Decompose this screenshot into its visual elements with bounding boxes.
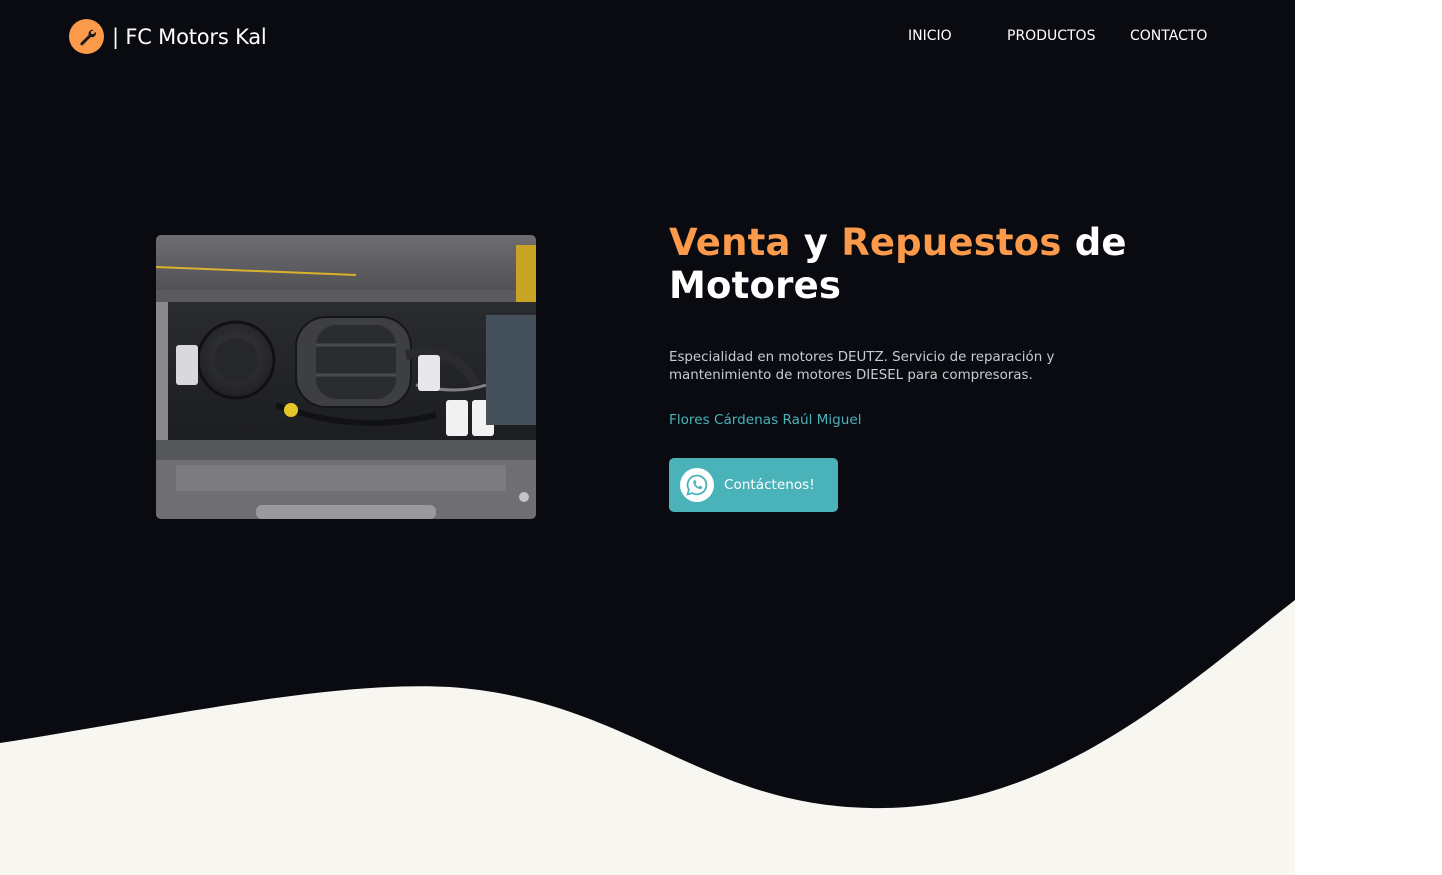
headline-repuestos: Repuestos: [841, 221, 1062, 264]
contact-button-label: Contáctenos!: [724, 477, 815, 493]
headline-venta: Venta: [669, 221, 791, 264]
headline-y: y: [790, 221, 842, 264]
hero-description: Especialidad en motores DEUTZ. Servicio …: [669, 350, 1055, 383]
whatsapp-icon: [680, 468, 714, 502]
contact-button[interactable]: Contáctenos!: [669, 458, 838, 512]
main-nav: INICIO PRODUCTOS CONTACTO: [0, 28, 1295, 46]
nav-contacto[interactable]: CONTACTO: [1130, 28, 1207, 44]
owner-name: Flores Cárdenas Raúl Miguel: [669, 412, 862, 428]
nav-productos[interactable]: PRODUCTOS: [1007, 28, 1095, 44]
page-container: | FC Motors Kal INICIO PRODUCTOS CONTACT…: [0, 0, 1295, 875]
engine-photo: [156, 235, 536, 519]
nav-inicio[interactable]: INICIO: [908, 28, 952, 44]
hero-headline: Venta y Repuestos de Motores: [669, 221, 1189, 307]
